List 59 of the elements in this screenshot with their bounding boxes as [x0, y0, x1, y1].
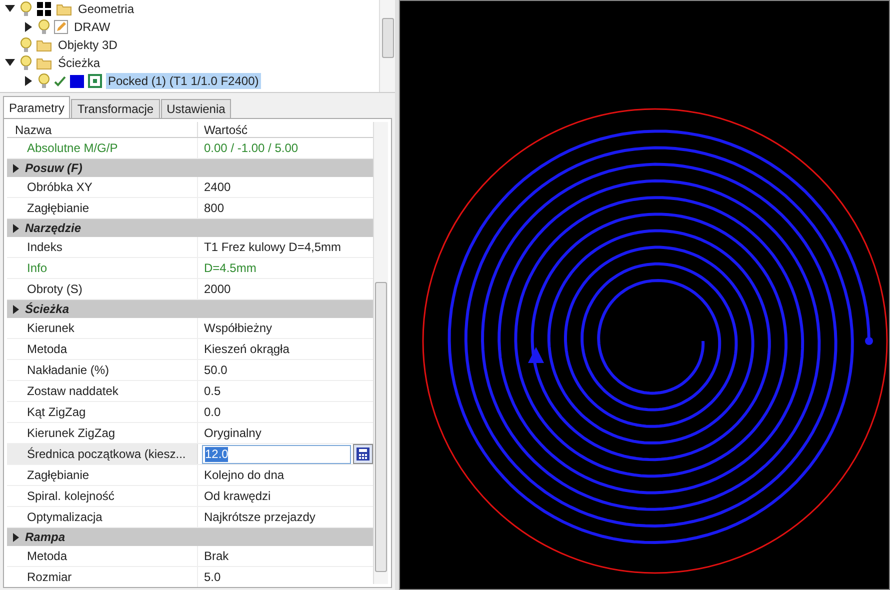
- expanded-arrow-icon[interactable]: [5, 5, 15, 13]
- tree-item[interactable]: Ścieżka: [56, 55, 102, 71]
- tree-item[interactable]: Geometria: [76, 1, 136, 17]
- calculator-icon: [356, 447, 370, 461]
- property-name: Optymalizacja: [26, 509, 104, 526]
- property-name: Kierunek: [26, 320, 76, 337]
- expanded-arrow-icon[interactable]: [5, 59, 15, 67]
- property-name: Zagłębianie: [26, 200, 90, 217]
- property-name: Obroty (S): [26, 281, 84, 298]
- property-name: Zagłębianie: [26, 467, 90, 484]
- lightbulb-icon[interactable]: [38, 73, 50, 89]
- collapsed-arrow-icon[interactable]: [24, 22, 32, 32]
- lightbulb-icon[interactable]: [38, 19, 50, 35]
- grid-icon: [36, 1, 52, 17]
- property-name: Info: [26, 260, 48, 277]
- calculator-button[interactable]: [353, 444, 373, 464]
- pencil-icon: [54, 20, 68, 34]
- collapsed-arrow-icon[interactable]: [13, 224, 19, 232]
- folder-icon: [36, 56, 52, 70]
- section-header[interactable]: Ścieżka: [25, 300, 70, 318]
- color-swatch: [70, 74, 84, 88]
- collapsed-arrow-icon[interactable]: [24, 76, 32, 86]
- property-name: Zostaw naddatek: [26, 383, 120, 400]
- scrollbar[interactable]: [373, 122, 388, 584]
- property-name: Absolutne M/G/P: [26, 140, 119, 157]
- property-name: Średnica początkowa (kiesz...: [7, 444, 197, 464]
- tree-item[interactable]: Objekty 3D: [56, 37, 120, 53]
- column-header[interactable]: Nazwa: [7, 122, 197, 137]
- property-name: Kierunek ZigZag: [26, 425, 116, 442]
- lightbulb-icon[interactable]: [20, 37, 32, 53]
- tree-item[interactable]: DRAW: [72, 19, 112, 35]
- tab[interactable]: Parametry: [3, 96, 70, 118]
- property-name: Obróbka XY: [26, 179, 94, 196]
- tab[interactable]: Transformacje: [71, 99, 160, 118]
- tab[interactable]: Ustawienia: [160, 99, 232, 118]
- property-name: Metoda: [26, 341, 68, 358]
- collapsed-arrow-icon[interactable]: [13, 304, 19, 314]
- end-point: [865, 337, 873, 345]
- property-name: Nakładanie (%): [26, 362, 110, 379]
- collapsed-arrow-icon[interactable]: [13, 164, 19, 172]
- lightbulb-icon[interactable]: [20, 55, 32, 71]
- checkmark-icon: [54, 75, 66, 87]
- collapsed-arrow-icon[interactable]: [13, 532, 19, 542]
- scrollbar[interactable]: [379, 0, 395, 92]
- property-name: Metoda: [26, 548, 68, 565]
- section-header[interactable]: Rampa: [25, 528, 66, 546]
- pocket-icon: [88, 74, 102, 88]
- section-header[interactable]: Narzędzie: [25, 219, 82, 237]
- section-header[interactable]: Posuw (F): [25, 159, 82, 177]
- value-input[interactable]: 12.0: [202, 444, 351, 464]
- folder-icon: [36, 38, 52, 52]
- direction-triangle: [528, 347, 544, 363]
- folder-icon: [56, 2, 72, 16]
- lightbulb-icon[interactable]: [20, 1, 32, 17]
- tree-item[interactable]: Pocked (1) (T1 1/1.0 F2400): [106, 73, 261, 89]
- property-name: Spiral. kolejność: [26, 488, 116, 505]
- property-name: Kąt ZigZag: [26, 404, 87, 421]
- property-name: Rozmiar: [26, 569, 73, 586]
- property-name: Indeks: [26, 239, 64, 256]
